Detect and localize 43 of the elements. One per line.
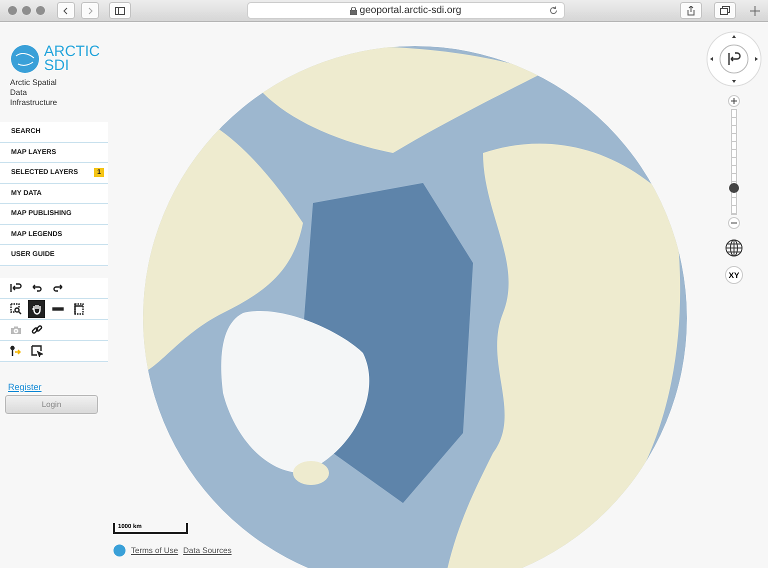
slider-thumb[interactable] xyxy=(729,183,739,193)
home-extent-icon xyxy=(10,282,22,294)
tool-button[interactable] xyxy=(28,300,45,318)
footer-link[interactable]: Terms of Use xyxy=(131,546,178,555)
share-button[interactable] xyxy=(680,2,702,19)
new-tab-icon[interactable] xyxy=(750,6,760,16)
chevron-right-icon xyxy=(86,6,94,14)
tabs-icon xyxy=(720,6,730,15)
window-close-icon[interactable] xyxy=(8,6,17,15)
zoom-box-icon xyxy=(10,302,22,314)
tabs-button[interactable] xyxy=(714,2,736,19)
coordinates-button[interactable]: XY xyxy=(725,266,743,284)
island-shape xyxy=(293,461,329,485)
zoom-in-button[interactable] xyxy=(728,95,740,107)
window-minimize-icon[interactable] xyxy=(22,6,31,15)
sidebar-button[interactable] xyxy=(109,2,131,19)
lock-icon xyxy=(350,6,357,14)
link-icon xyxy=(30,324,42,336)
plus-icon xyxy=(731,98,737,104)
address-field[interactable]: geoportal.arctic-sdi.org xyxy=(246,2,564,19)
undo-icon xyxy=(30,282,42,294)
globe-icon[interactable] xyxy=(725,239,743,257)
area-icon xyxy=(72,302,84,314)
redo-icon xyxy=(52,282,64,294)
logo-title: ARCTIC xyxy=(44,45,100,59)
sidebar-icon xyxy=(115,6,125,14)
share-icon xyxy=(687,6,695,16)
zoom-slider[interactable] xyxy=(731,109,737,215)
logo-subtitle: Arctic Spatial Data Infrastructure xyxy=(9,77,58,108)
minus-icon xyxy=(731,220,737,226)
footer-link[interactable]: Data Sources xyxy=(183,546,232,555)
url-text: geoportal.arctic-sdi.org xyxy=(360,5,462,16)
camera-icon xyxy=(10,324,22,336)
window-zoom-icon[interactable] xyxy=(36,6,45,15)
zoom-out-button[interactable] xyxy=(728,217,740,229)
pin-arrow-icon xyxy=(10,344,22,356)
back-button[interactable] xyxy=(57,2,75,19)
logo-title: SDI xyxy=(44,59,70,73)
select-box-icon xyxy=(30,344,42,356)
chevron-left-icon xyxy=(62,6,70,14)
reload-icon[interactable] xyxy=(548,6,558,15)
pan-compass-control[interactable] xyxy=(706,31,762,87)
hand-icon xyxy=(30,302,42,314)
